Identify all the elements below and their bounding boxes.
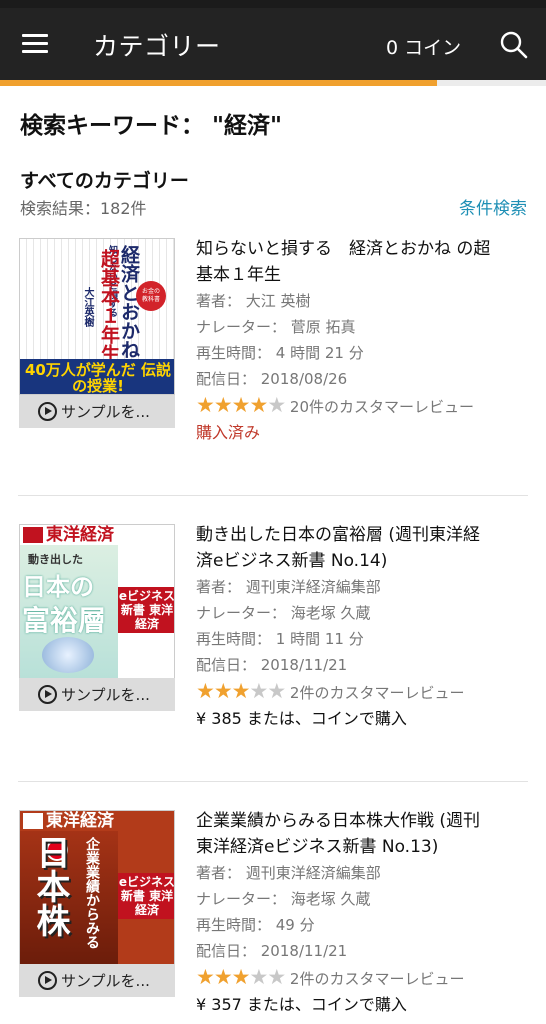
book-cover[interactable]: 知らないと損する 経済とおかねの 超基本１年生 大江英樹 お金の 教科書 40万人…: [19, 238, 175, 395]
item-author: 著者： 週刊東洋経済編集部: [196, 864, 381, 882]
star-filled-icon: ★: [213, 965, 233, 989]
star-filled-icon: ★: [196, 679, 215, 703]
book-cover[interactable]: 東洋経済 日本株 企業業績からみる eビジネス 新書 東洋経済: [19, 810, 175, 967]
item-price[interactable]: ¥ 385 または、コインで購入: [196, 706, 496, 732]
item-rating[interactable]: ★★★★★ 2件のカスタマーレビュー: [196, 964, 496, 992]
cover-crystal-image: [42, 637, 94, 673]
review-count: 2件のカスタマーレビュー: [289, 684, 465, 702]
result-count: 検索結果：182件: [20, 199, 147, 218]
sample-label: サンプルを...: [61, 686, 150, 704]
status-bar: [0, 0, 546, 8]
loading-progress-bar: [0, 80, 546, 86]
cover-subtitle: 企業業績からみる: [84, 837, 100, 949]
cover-line2: 日本の: [22, 572, 94, 601]
cover-big-title: 日本株: [30, 835, 70, 937]
book-cover[interactable]: 東洋経済 動き出した 日本の 富裕層 eビジネス 新書 東洋経済: [19, 524, 175, 681]
cover-masthead: 東洋経済: [20, 525, 174, 545]
star-filled-icon: ★: [249, 393, 268, 417]
cover-panel: 動き出した 日本の 富裕層: [20, 545, 118, 680]
item-rating[interactable]: ★★★★★ 20件のカスタマーレビュー: [196, 392, 496, 420]
play-icon: [38, 402, 57, 421]
hamburger-menu-icon[interactable]: [22, 34, 48, 54]
star-empty-icon: ★: [267, 965, 286, 989]
star-empty-icon: ★: [267, 679, 286, 703]
item-narrator: ナレーター： 菅原 拓真: [196, 318, 356, 336]
item-narrator: ナレーター： 海老塚 久蔵: [196, 890, 371, 908]
cover-title-line2: 超基本１年生: [98, 249, 120, 363]
star-filled-icon: ★: [231, 393, 251, 417]
item-price[interactable]: ¥ 357 または、コインで購入: [196, 992, 496, 1018]
coin-balance[interactable]: 0 コイン: [386, 33, 461, 60]
item-narrator: ナレーター： 海老塚 久蔵: [196, 604, 371, 622]
sample-button[interactable]: サンプルを...: [19, 964, 175, 997]
star-empty-icon: ★: [249, 965, 268, 989]
star-filled-icon: ★: [231, 965, 251, 989]
item-release-date: 配信日： 2018/08/26: [196, 370, 348, 388]
divider: [18, 781, 528, 782]
cover-seal: お金の 教科書: [136, 281, 166, 311]
star-rating-icon: ★★★★★: [196, 965, 286, 989]
item-title[interactable]: 企業業績からみる日本株大作戦 (週刊東洋経済eビジネス新書 No.13): [196, 808, 496, 860]
item-title[interactable]: 動き出した日本の富裕層 (週刊東洋経済eビジネス新書 No.14): [196, 522, 496, 574]
play-icon: [38, 685, 57, 704]
item-title[interactable]: 知らないと損する 経済とおかね の超基本１年生: [196, 236, 496, 288]
page-title: カテゴリー: [93, 32, 221, 61]
item-author: 著者： 大江 英樹: [196, 292, 311, 310]
divider: [18, 495, 528, 496]
star-filled-icon: ★: [213, 393, 233, 417]
category-heading: すべてのカテゴリー: [20, 170, 189, 192]
cover-ebook-badge: eビジネス 新書 東洋経済: [118, 873, 175, 919]
play-icon: [38, 971, 57, 990]
app-bar: カテゴリー 0 コイン: [0, 8, 546, 80]
search-icon[interactable]: [499, 30, 529, 60]
search-keyword-heading: 検索キーワード： "経済": [20, 113, 282, 139]
star-filled-icon: ★: [213, 679, 233, 703]
cover-line3: 富裕層: [22, 604, 107, 637]
review-count: 20件のカスタマーレビュー: [289, 398, 475, 416]
cover-author: 大江英樹: [82, 287, 93, 327]
review-count: 2件のカスタマーレビュー: [289, 970, 465, 988]
loading-progress-fill: [0, 80, 437, 86]
item-release-date: 配信日： 2018/11/21: [196, 942, 348, 960]
star-rating-icon: ★★★★★: [196, 679, 286, 703]
star-filled-icon: ★: [196, 965, 215, 989]
item-duration: 再生時間： 49 分: [196, 916, 315, 934]
cover-band: 40万人が学んだ 伝説の授業!: [20, 359, 174, 394]
item-release-date: 配信日： 2018/11/21: [196, 656, 348, 674]
sample-button[interactable]: サンプルを...: [19, 678, 175, 711]
sample-label: サンプルを...: [61, 403, 150, 421]
cover-masthead: 東洋経済: [20, 811, 174, 831]
item-duration: 再生時間： 4 時間 21 分: [196, 344, 364, 362]
item-rating[interactable]: ★★★★★ 2件のカスタマーレビュー: [196, 678, 496, 706]
item-duration: 再生時間： 1 時間 11 分: [196, 630, 364, 648]
star-empty-icon: ★: [267, 393, 286, 417]
star-rating-icon: ★★★★★: [196, 393, 286, 417]
cover-ebook-badge: eビジネス 新書 東洋経済: [118, 587, 175, 633]
star-filled-icon: ★: [231, 679, 251, 703]
advanced-search-link[interactable]: 条件検索: [459, 194, 527, 219]
star-filled-icon: ★: [196, 393, 215, 417]
cover-line1: 動き出した: [28, 553, 83, 566]
purchase-status: 購入済み: [196, 423, 261, 442]
sample-label: サンプルを...: [61, 972, 150, 990]
star-empty-icon: ★: [249, 679, 268, 703]
item-author: 著者： 週刊東洋経済編集部: [196, 578, 381, 596]
sample-button[interactable]: サンプルを...: [19, 395, 175, 428]
